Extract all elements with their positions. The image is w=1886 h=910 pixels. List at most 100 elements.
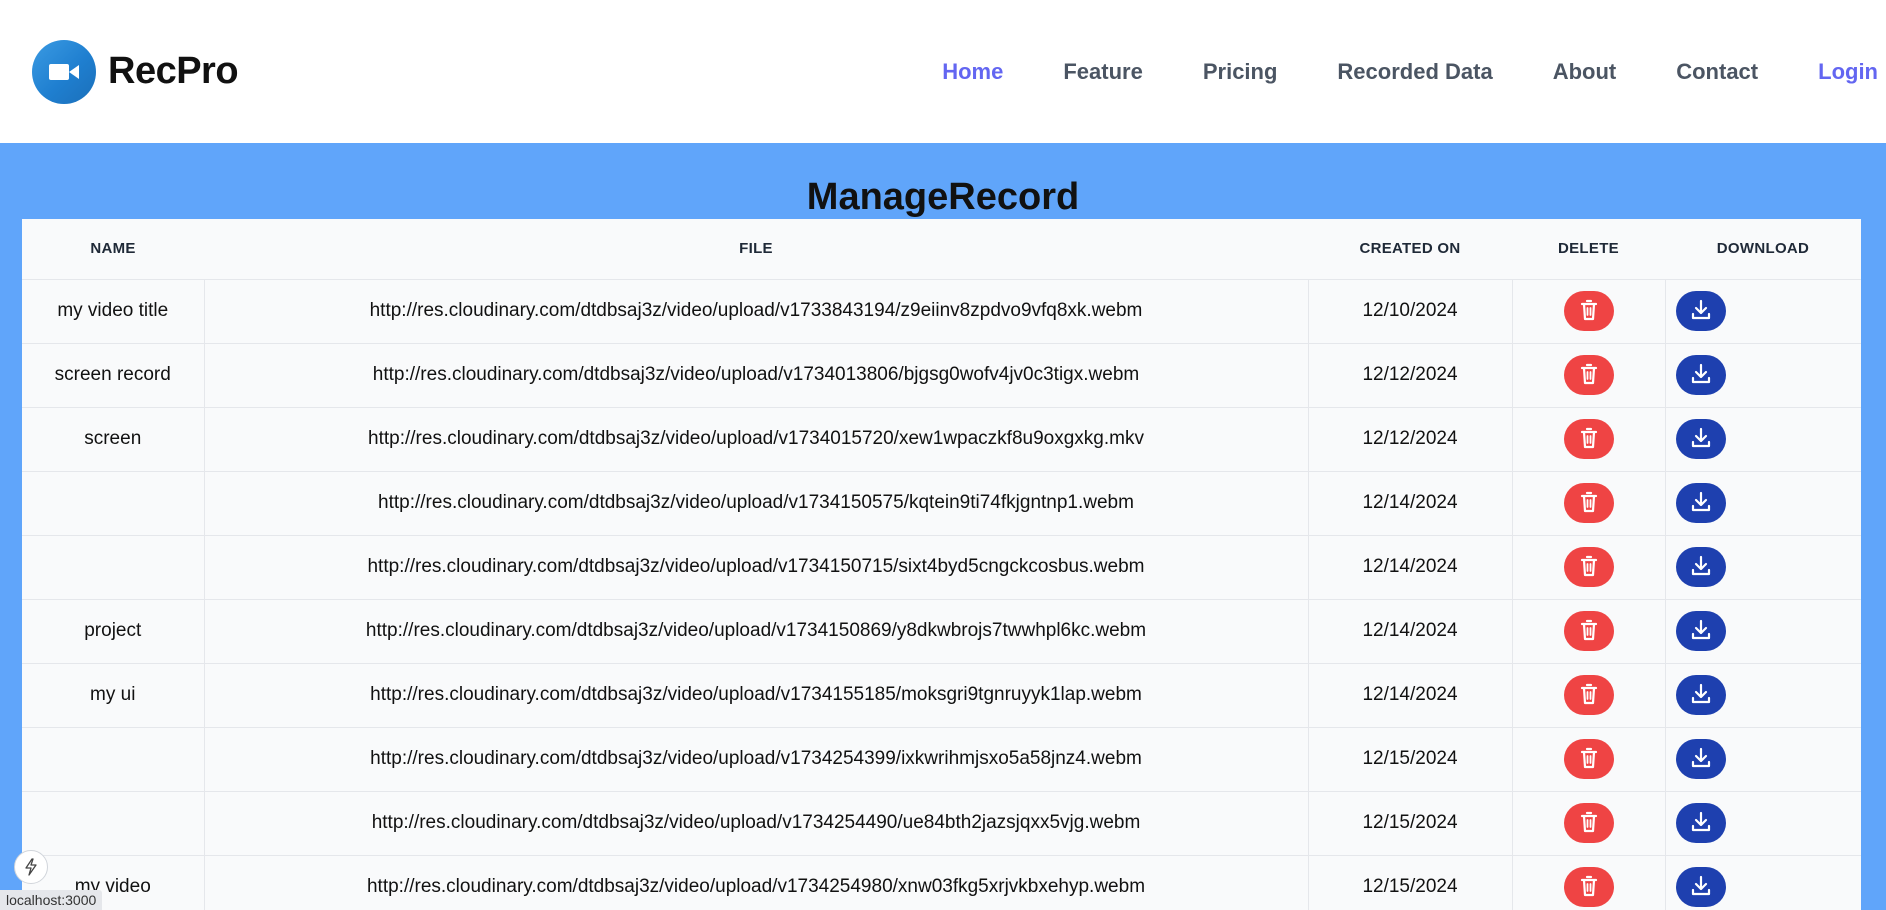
row-delete-cell — [1512, 599, 1666, 664]
row-download-cell — [1665, 471, 1861, 536]
navbar: RecPro Home Feature Pricing Recorded Dat… — [0, 0, 1886, 143]
table-header-row: NAME FILE CREATED ON DELETE DOWNLOAD — [22, 219, 1861, 280]
page-title: ManageRecord — [806, 176, 1080, 218]
row-delete-cell — [1512, 535, 1666, 600]
video-camera-icon — [32, 39, 96, 104]
row-file-url: http://res.cloudinary.com/dtdbsaj3z/vide… — [204, 663, 1309, 728]
nav-item-pricing[interactable]: Pricing — [1203, 59, 1278, 85]
row-created-on: 12/15/2024 — [1308, 791, 1513, 856]
row-delete-cell — [1512, 791, 1666, 856]
download-button[interactable] — [1675, 803, 1726, 843]
row-download-cell — [1665, 599, 1861, 664]
table-row: http://res.cloudinary.com/dtdbsaj3z/vide… — [22, 727, 1861, 792]
delete-button[interactable] — [1563, 291, 1614, 331]
login-link[interactable]: Login — [1818, 59, 1878, 85]
table-row: screen record http://res.cloudinary.com/d… — [22, 343, 1861, 408]
brand-name: RecPro — [108, 50, 239, 92]
row-delete-cell — [1512, 727, 1666, 792]
row-file-url: http://res.cloudinary.com/dtdbsaj3z/vide… — [204, 343, 1309, 408]
row-file-url: http://res.cloudinary.com/dtdbsaj3z/vide… — [204, 599, 1309, 664]
brand[interactable]: RecPro — [32, 39, 239, 104]
trash-icon — [1578, 362, 1600, 389]
header-delete: DELETE — [1512, 219, 1665, 280]
row-delete-cell — [1512, 855, 1666, 910]
nav-item-about[interactable]: About — [1553, 59, 1617, 85]
trash-icon — [1578, 682, 1600, 709]
row-name: my video title — [22, 279, 205, 344]
row-created-on: 12/15/2024 — [1308, 855, 1513, 910]
table-row: http://res.cloudinary.com/dtdbsaj3z/vide… — [22, 471, 1861, 536]
delete-button[interactable] — [1563, 547, 1614, 587]
lightning-icon[interactable] — [14, 850, 48, 884]
row-name: screen — [22, 407, 205, 472]
row-delete-cell — [1512, 279, 1666, 344]
download-button[interactable] — [1675, 291, 1726, 331]
row-download-cell — [1665, 855, 1861, 910]
row-file-url: http://res.cloudinary.com/dtdbsaj3z/vide… — [204, 791, 1309, 856]
nav-item-home[interactable]: Home — [942, 59, 1003, 85]
table-row: screen http://res.cloudinary.com/dtdbsaj3… — [22, 407, 1861, 472]
trash-icon — [1578, 426, 1600, 453]
nav-item-recorded-data[interactable]: Recorded Data — [1337, 59, 1492, 85]
row-download-cell — [1665, 727, 1861, 792]
table-row: project http://res.cloudinary.com/dtdbsaj… — [22, 599, 1861, 664]
trash-icon — [1578, 874, 1600, 901]
nav-item-feature[interactable]: Feature — [1063, 59, 1142, 85]
delete-button[interactable] — [1563, 483, 1614, 523]
row-name: screen record — [22, 343, 205, 408]
download-button[interactable] — [1675, 867, 1726, 907]
download-icon — [1689, 874, 1713, 901]
download-button[interactable] — [1675, 611, 1726, 651]
row-file-url: http://res.cloudinary.com/dtdbsaj3z/vide… — [204, 855, 1309, 910]
row-name — [22, 535, 205, 600]
row-file-url: http://res.cloudinary.com/dtdbsaj3z/vide… — [204, 727, 1309, 792]
download-button[interactable] — [1675, 419, 1726, 459]
download-button[interactable] — [1675, 355, 1726, 395]
delete-button[interactable] — [1563, 355, 1614, 395]
trash-icon — [1578, 618, 1600, 645]
main-nav: Home Feature Pricing Recorded Data About… — [882, 0, 1886, 143]
row-name — [22, 727, 205, 792]
row-file-url: http://res.cloudinary.com/dtdbsaj3z/vide… — [204, 535, 1309, 600]
records-table: NAME FILE CREATED ON DELETE DOWNLOAD my … — [22, 219, 1861, 910]
row-download-cell — [1665, 407, 1861, 472]
delete-button[interactable] — [1563, 803, 1614, 843]
download-button[interactable] — [1675, 483, 1726, 523]
row-name — [22, 471, 205, 536]
delete-button[interactable] — [1563, 867, 1614, 907]
nav-item-contact[interactable]: Contact — [1676, 59, 1758, 85]
row-created-on: 12/14/2024 — [1308, 535, 1513, 600]
download-icon — [1689, 490, 1713, 517]
row-created-on: 12/14/2024 — [1308, 663, 1513, 728]
row-download-cell — [1665, 663, 1861, 728]
trash-icon — [1578, 810, 1600, 837]
row-created-on: 12/14/2024 — [1308, 471, 1513, 536]
row-delete-cell — [1512, 343, 1666, 408]
delete-button[interactable] — [1563, 419, 1614, 459]
download-icon — [1689, 554, 1713, 581]
row-name: project — [22, 599, 205, 664]
download-icon — [1689, 362, 1713, 389]
row-file-url: http://res.cloudinary.com/dtdbsaj3z/vide… — [204, 279, 1309, 344]
delete-button[interactable] — [1563, 675, 1614, 715]
download-button[interactable] — [1675, 547, 1726, 587]
row-file-url: http://res.cloudinary.com/dtdbsaj3z/vide… — [204, 407, 1309, 472]
header-download: DOWNLOAD — [1665, 219, 1861, 280]
download-icon — [1689, 426, 1713, 453]
header-file: FILE — [204, 219, 1308, 280]
header-created-on: CREATED ON — [1308, 219, 1512, 280]
delete-button[interactable] — [1563, 611, 1614, 651]
download-button[interactable] — [1675, 675, 1726, 715]
row-created-on: 12/15/2024 — [1308, 727, 1513, 792]
row-created-on: 12/10/2024 — [1308, 279, 1513, 344]
row-created-on: 12/14/2024 — [1308, 599, 1513, 664]
row-created-on: 12/12/2024 — [1308, 343, 1513, 408]
row-download-cell — [1665, 279, 1861, 344]
download-icon — [1689, 810, 1713, 837]
row-name — [22, 791, 205, 856]
row-delete-cell — [1512, 663, 1666, 728]
trash-icon — [1578, 490, 1600, 517]
download-button[interactable] — [1675, 739, 1726, 779]
table-row: http://res.cloudinary.com/dtdbsaj3z/vide… — [22, 791, 1861, 856]
delete-button[interactable] — [1563, 739, 1614, 779]
